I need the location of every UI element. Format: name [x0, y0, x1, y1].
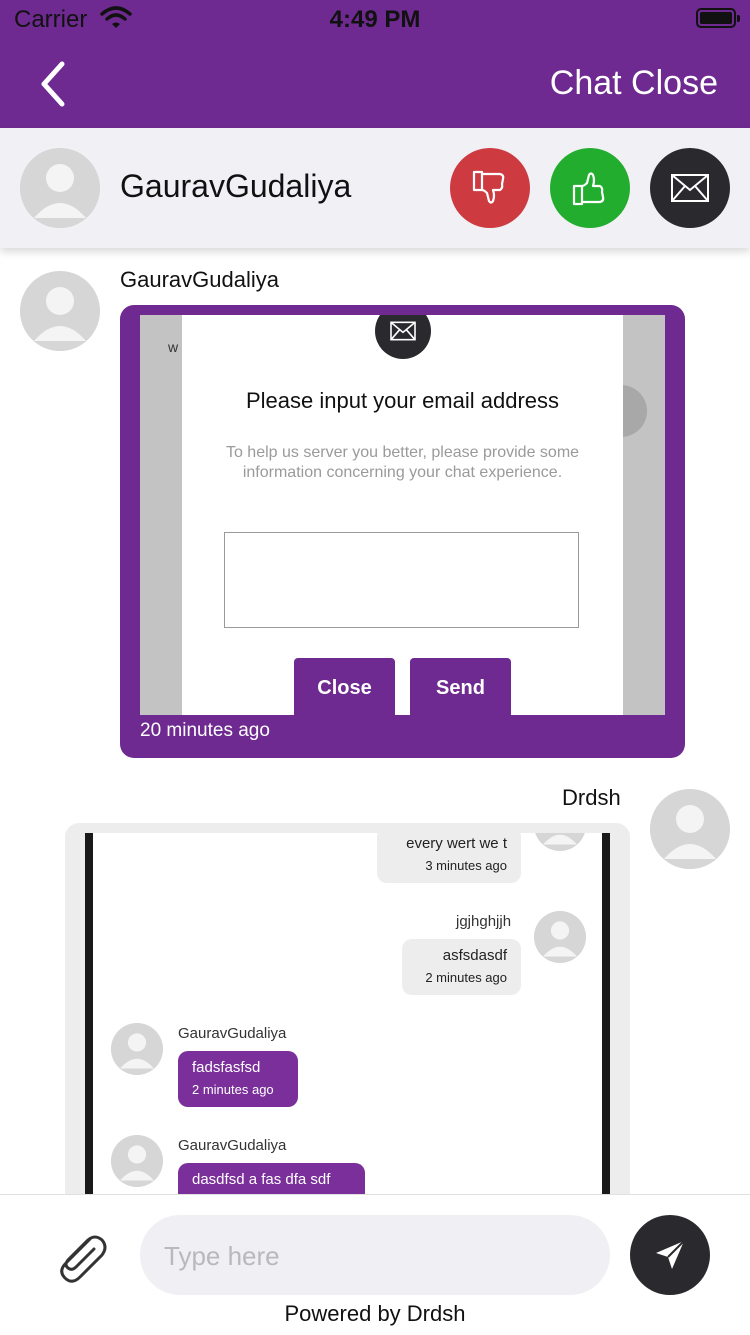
nav-bar: Chat Close	[0, 40, 750, 128]
screenshot-message-text: every wert we t	[406, 835, 507, 852]
screenshot-message-text: asfsdasdf	[442, 947, 507, 964]
screenshot-sender-name: jgjhghjjh	[456, 913, 512, 930]
agent-avatar	[20, 148, 100, 228]
modal-description: To help us server you better, please pro…	[225, 444, 580, 481]
envelope-icon	[671, 174, 709, 202]
screenshot-message: every wert we t 3 minutes ago	[377, 833, 521, 883]
message-input[interactable]	[162, 1215, 596, 1297]
screenshot-message-time: 2 minutes ago	[192, 1082, 274, 1097]
sender-name: GauravGudaliya	[120, 267, 279, 292]
screenshot-message: dasdfsd a fas dfa sdf	[178, 1163, 365, 1194]
screenshot-avatar	[534, 833, 586, 851]
screenshot-message-text: fadsfasfsd	[192, 1059, 261, 1076]
chat-close-button[interactable]: Chat Close	[550, 64, 718, 103]
outgoing-message-bubble[interactable]: every wert we t 3 minutes ago jgjhghjjh …	[65, 823, 630, 1194]
screenshot-message-time: 2 minutes ago	[425, 970, 507, 985]
screenshot-avatar	[111, 1023, 163, 1075]
attach-button[interactable]	[50, 1225, 110, 1285]
status-bar: Carrier 4:49 PM	[0, 0, 750, 40]
screenshot-message: asfsdasdf 2 minutes ago	[402, 939, 521, 995]
like-button[interactable]	[550, 148, 630, 228]
paperclip-icon	[60, 1235, 107, 1283]
message-list[interactable]: GauravGudaliya w Please input your email…	[0, 248, 750, 1194]
modal-close-button: Close	[294, 658, 395, 715]
attached-screenshot[interactable]: every wert we t 3 minutes ago jgjhghjjh …	[85, 833, 610, 1194]
back-button[interactable]	[34, 60, 78, 108]
modal-title: Please input your email address	[245, 388, 560, 413]
email-transcript-button[interactable]	[650, 148, 730, 228]
status-time: 4:49 PM	[329, 6, 421, 33]
modal-send-button: Send	[410, 658, 511, 715]
screenshot-message-text: dasdfsd a fas dfa sdf	[192, 1171, 331, 1188]
sender-avatar	[20, 271, 100, 351]
battery-icon	[696, 8, 740, 28]
dislike-button[interactable]	[450, 148, 530, 228]
sender-avatar	[650, 789, 730, 869]
powered-by-label: Powered by Drdsh	[284, 1301, 466, 1326]
screenshot-partial-text: w	[168, 339, 179, 355]
screenshot-sender-name: GauravGudaliya	[178, 1025, 287, 1042]
incoming-message-bubble[interactable]: w Please input your email address To hel…	[120, 305, 685, 758]
agent-header: GauravGudaliya	[0, 128, 750, 248]
screenshot-message-time: 3 minutes ago	[425, 858, 507, 873]
message-composer: Powered by Drdsh	[0, 1194, 750, 1335]
send-button[interactable]	[630, 1215, 710, 1295]
screenshot-email-modal: Please input your email address To help …	[182, 315, 623, 715]
thumbs-up-icon	[572, 172, 605, 206]
screenshot-avatar	[111, 1135, 163, 1187]
message-time: 20 minutes ago	[140, 720, 270, 741]
thumbs-down-icon	[472, 170, 505, 204]
sender-name: Drdsh	[562, 785, 621, 810]
screenshot-chat-view: every wert we t 3 minutes ago jgjhghjjh …	[93, 833, 602, 1194]
send-icon	[656, 1240, 685, 1269]
screenshot-sender-name: GauravGudaliya	[178, 1137, 287, 1154]
screenshot-avatar	[534, 911, 586, 963]
message-input-container	[140, 1215, 610, 1297]
chevron-left-icon	[41, 61, 65, 107]
envelope-icon	[375, 315, 431, 359]
attached-screenshot[interactable]: w Please input your email address To hel…	[140, 315, 665, 715]
screenshot-message: fadsfasfsd 2 minutes ago	[178, 1051, 298, 1107]
agent-name: GauravGudaliya	[120, 168, 352, 204]
modal-email-field	[224, 532, 579, 628]
